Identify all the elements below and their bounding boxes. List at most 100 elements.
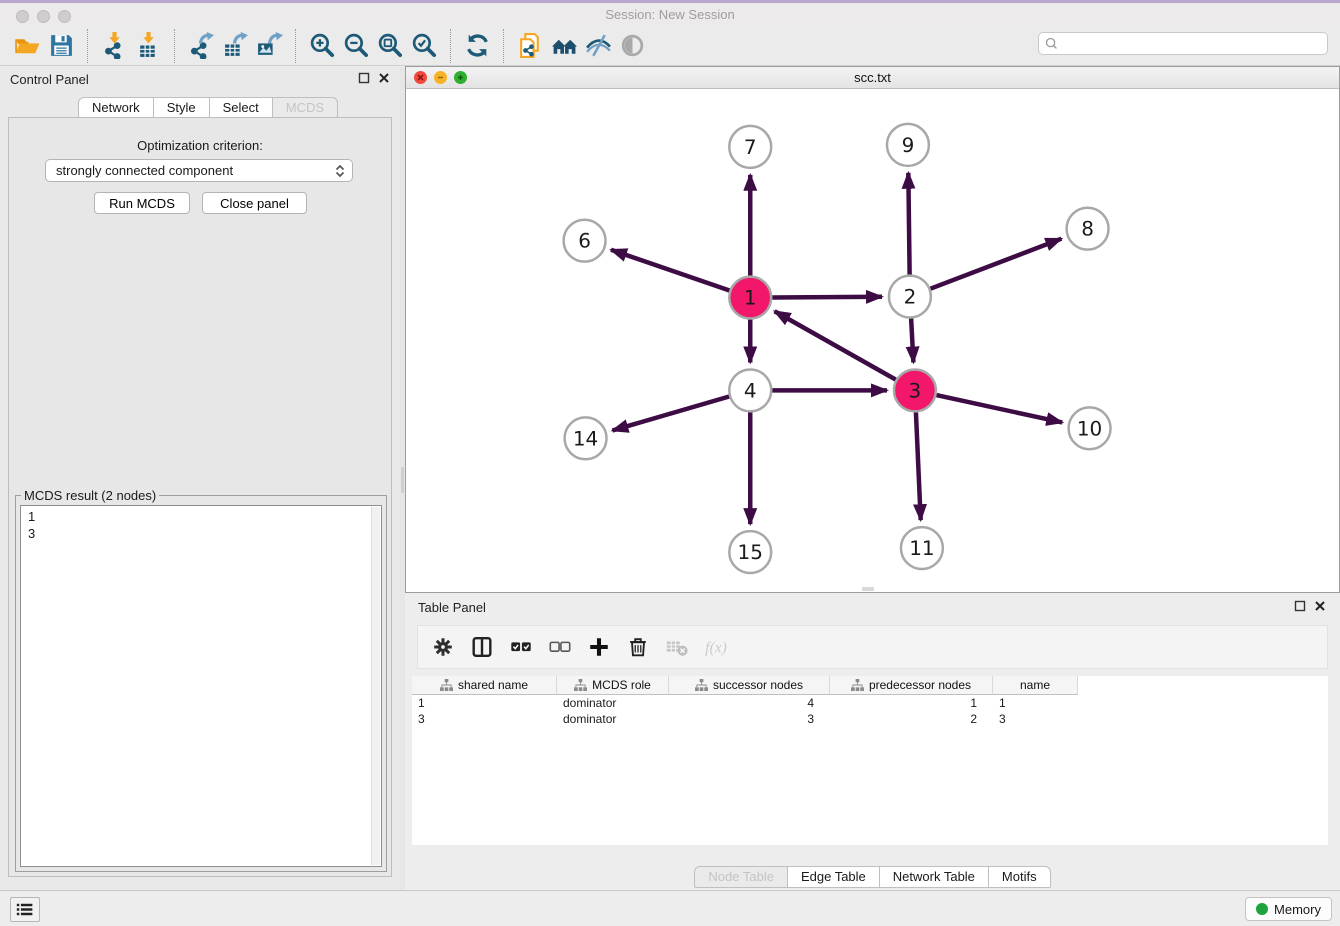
graph-node-6[interactable]: 6 xyxy=(564,220,606,262)
close-panel-icon[interactable] xyxy=(378,72,390,84)
cell-MCDS-role[interactable]: dominator xyxy=(557,711,669,727)
column-header-successor-nodes[interactable]: successor nodes xyxy=(669,676,830,695)
duplicate-network-icon[interactable] xyxy=(513,29,547,63)
export-table-icon[interactable] xyxy=(218,29,252,63)
edge-3-1[interactable] xyxy=(775,311,896,379)
tab-edge-table[interactable]: Edge Table xyxy=(788,866,880,888)
edge-2-8[interactable] xyxy=(930,239,1061,289)
column-type-icon xyxy=(851,679,864,691)
graph-node-7[interactable]: 7 xyxy=(729,126,771,168)
select-all-icon[interactable] xyxy=(508,634,534,660)
cell-name[interactable]: 1 xyxy=(993,695,1078,711)
graph-node-4[interactable]: 4 xyxy=(729,369,771,411)
show-graphics-details-icon[interactable] xyxy=(581,29,615,63)
edge-1-2[interactable] xyxy=(772,297,882,298)
column-header-shared-name[interactable]: shared name xyxy=(412,676,557,695)
disabled-eye-icon[interactable] xyxy=(615,29,649,63)
edge-3-11[interactable] xyxy=(916,412,921,520)
tab-network-table[interactable]: Network Table xyxy=(880,866,989,888)
tab-node-table[interactable]: Node Table xyxy=(694,866,788,888)
cell-predecessor-nodes[interactable]: 1 xyxy=(830,695,993,711)
list-icon xyxy=(16,902,34,917)
mcds-result-list[interactable]: 13 xyxy=(20,505,382,867)
result-scrollbar[interactable] xyxy=(371,507,380,865)
graph-node-9[interactable]: 9 xyxy=(887,124,929,166)
memory-label: Memory xyxy=(1274,902,1321,917)
tab-select[interactable]: Select xyxy=(210,97,273,118)
zoom-in-icon[interactable] xyxy=(305,29,339,63)
memory-status-icon xyxy=(1256,903,1268,915)
table-row[interactable]: 3dominator323 xyxy=(412,711,1328,727)
table-row[interactable]: 1dominator411 xyxy=(412,695,1328,711)
graph-node-8[interactable]: 8 xyxy=(1067,208,1109,250)
export-image-icon[interactable] xyxy=(252,29,286,63)
graph-node-1[interactable]: 1 xyxy=(729,277,771,319)
edge-2-3[interactable] xyxy=(911,319,913,363)
export-network-icon[interactable] xyxy=(184,29,218,63)
cell-successor-nodes[interactable]: 3 xyxy=(669,711,830,727)
cell-shared-name[interactable]: 1 xyxy=(412,695,557,711)
close-panel-button[interactable]: Close panel xyxy=(202,192,307,214)
home-icon[interactable] xyxy=(547,29,581,63)
graph-node-11[interactable]: 11 xyxy=(901,527,943,569)
zoom-out-icon[interactable] xyxy=(339,29,373,63)
float-panel-icon[interactable] xyxy=(358,72,370,84)
close-table-panel-icon[interactable] xyxy=(1314,600,1326,612)
graph-node-2[interactable]: 2 xyxy=(889,276,931,318)
table-panel-title: Table Panel xyxy=(418,600,486,615)
show-panels-button[interactable] xyxy=(10,897,40,922)
tab-mcds[interactable]: MCDS xyxy=(273,97,338,118)
edge-4-14[interactable] xyxy=(612,396,729,430)
run-mcds-button[interactable]: Run MCDS xyxy=(94,192,190,214)
svg-text:8: 8 xyxy=(1081,217,1094,241)
edge-3-10[interactable] xyxy=(936,395,1062,422)
canvas-grip[interactable] xyxy=(862,587,874,591)
column-header-MCDS-role[interactable]: MCDS role xyxy=(557,676,669,695)
graph-node-15[interactable]: 15 xyxy=(729,531,771,573)
memory-button[interactable]: Memory xyxy=(1245,897,1332,921)
zoom-fit-icon[interactable] xyxy=(373,29,407,63)
import-table-icon[interactable] xyxy=(131,29,165,63)
settings-gear-icon[interactable] xyxy=(430,634,456,660)
edge-1-6[interactable] xyxy=(611,250,729,291)
zoom-selected-icon[interactable] xyxy=(407,29,441,63)
network-window-titlebar[interactable]: scc.txt xyxy=(406,67,1339,89)
float-table-panel-icon[interactable] xyxy=(1294,600,1306,612)
graph-node-3[interactable]: 3 xyxy=(894,369,936,411)
column-header-name[interactable]: name xyxy=(993,676,1078,695)
cell-shared-name[interactable]: 3 xyxy=(412,711,557,727)
save-icon[interactable] xyxy=(44,29,78,63)
deselect-all-icon[interactable] xyxy=(547,634,573,660)
column-type-icon xyxy=(574,679,587,691)
node-table: shared nameMCDS rolesuccessor nodesprede… xyxy=(412,676,1328,845)
cell-MCDS-role[interactable]: dominator xyxy=(557,695,669,711)
refresh-icon[interactable] xyxy=(460,29,494,63)
column-visibility-icon[interactable] xyxy=(469,634,495,660)
svg-text:3: 3 xyxy=(909,378,922,402)
delete-column-icon[interactable] xyxy=(625,634,651,660)
network-canvas[interactable]: 7 9 6 8 1 2 4 3 14 10 15 11 xyxy=(406,89,1339,592)
svg-text:4: 4 xyxy=(744,378,757,402)
open-file-icon[interactable] xyxy=(10,29,44,63)
add-column-icon[interactable] xyxy=(586,634,612,660)
svg-text:2: 2 xyxy=(904,285,917,309)
import-network-icon[interactable] xyxy=(97,29,131,63)
edge-2-9[interactable] xyxy=(908,173,909,275)
toolbar-separator xyxy=(450,29,451,63)
tab-motifs[interactable]: Motifs xyxy=(989,866,1051,888)
cell-predecessor-nodes[interactable]: 2 xyxy=(830,711,993,727)
search-input[interactable] xyxy=(1062,36,1321,51)
tab-network[interactable]: Network xyxy=(78,97,154,118)
main-titlebar: Session: New Session xyxy=(0,3,1340,26)
cell-name[interactable]: 3 xyxy=(993,711,1078,727)
graph-node-14[interactable]: 14 xyxy=(565,417,607,459)
toolbar-separator xyxy=(295,29,296,63)
criterion-select[interactable]: strongly connected component xyxy=(45,159,353,182)
control-panel-title: Control Panel xyxy=(10,72,89,87)
tab-style[interactable]: Style xyxy=(154,97,210,118)
graph-node-10[interactable]: 10 xyxy=(1069,407,1111,449)
column-header-predecessor-nodes[interactable]: predecessor nodes xyxy=(830,676,993,695)
svg-text:9: 9 xyxy=(902,133,915,157)
search-field[interactable] xyxy=(1038,32,1328,55)
cell-successor-nodes[interactable]: 4 xyxy=(669,695,830,711)
